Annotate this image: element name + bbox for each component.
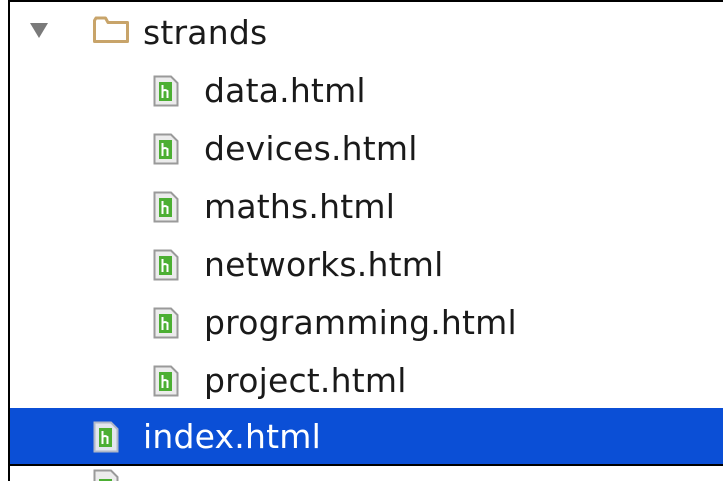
tree-file-data[interactable]: data.html xyxy=(10,62,723,120)
html-file-icon xyxy=(153,133,179,165)
file-label: programming.html xyxy=(204,303,517,342)
html-file-icon xyxy=(153,75,179,107)
html-file-icon xyxy=(153,365,179,397)
tree-folder-strands[interactable]: strands xyxy=(10,4,723,62)
project-file-tree: strands data.html devices.html maths.htm… xyxy=(8,0,723,481)
tree-file-project[interactable]: project.html xyxy=(10,352,723,410)
tree-file-programming[interactable]: programming.html xyxy=(10,294,723,352)
folder-icon xyxy=(93,16,129,43)
tree-row-clipped xyxy=(10,465,723,481)
tree-folder-label: strands xyxy=(143,13,268,52)
tree-file-index[interactable]: index.html xyxy=(10,408,723,466)
file-label: devices.html xyxy=(204,129,418,168)
tree-file-devices[interactable]: devices.html xyxy=(10,120,723,178)
html-file-icon xyxy=(153,191,179,223)
file-label: index.html xyxy=(143,417,321,456)
tree-file-maths[interactable]: maths.html xyxy=(10,178,723,236)
disclosure-triangle-icon[interactable] xyxy=(30,23,48,38)
html-file-icon xyxy=(153,249,179,281)
file-label: maths.html xyxy=(204,187,396,226)
file-label: data.html xyxy=(204,71,366,110)
html-file-icon xyxy=(93,421,119,453)
tree-file-networks[interactable]: networks.html xyxy=(10,236,723,294)
html-file-icon xyxy=(153,307,179,339)
file-icon xyxy=(93,469,119,481)
file-label: networks.html xyxy=(204,245,444,284)
file-label: project.html xyxy=(204,361,407,400)
